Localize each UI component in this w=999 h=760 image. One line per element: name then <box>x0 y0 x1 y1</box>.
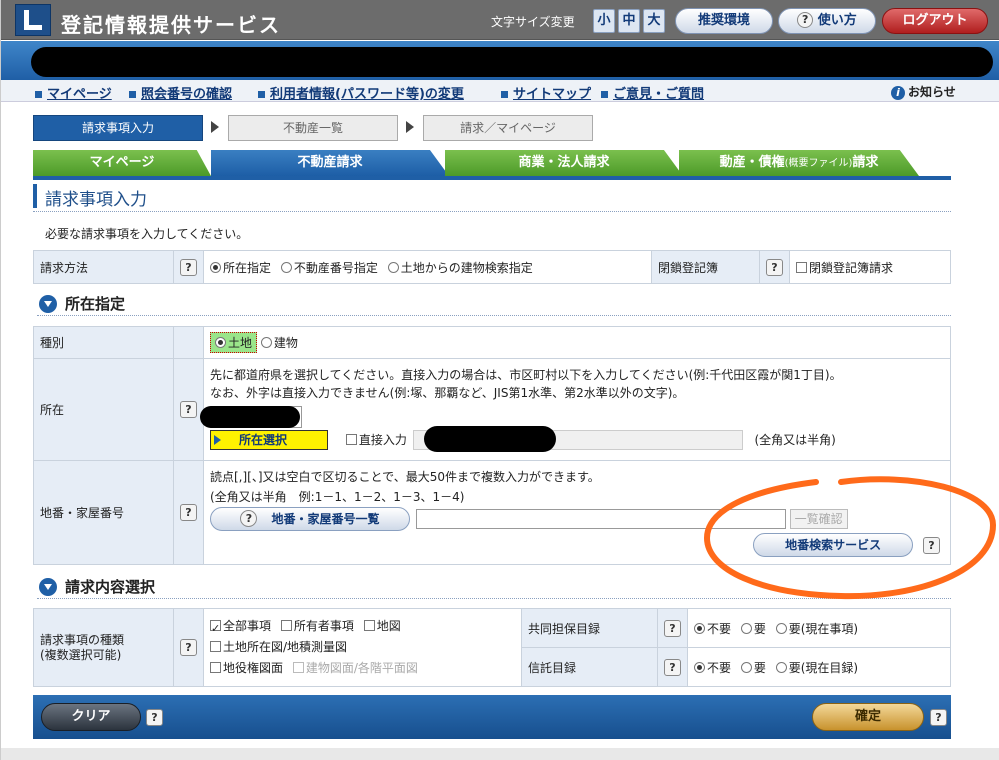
logout-button[interactable]: ログアウト <box>882 8 988 34</box>
request-method-table: 請求方法 ? 所在指定 不動産番号指定 土地からの建物検索指定 閉鎖登記簿 ? … <box>33 250 951 284</box>
app-title: 登記情報提供サービス <box>61 13 281 37</box>
checkbox-owner-items[interactable]: 所有者事項 <box>280 619 354 633</box>
action-bar: クリア ? 確定 ? <box>33 695 951 739</box>
help-icon[interactable]: ? <box>180 639 197 656</box>
checkbox-all-items[interactable]: 全部事項 <box>210 618 271 639</box>
help-icon[interactable]: ? <box>180 258 197 276</box>
step-request: 請求／マイページ <box>423 115 593 141</box>
location-note-2: なお、外字は直接入力できません(例:塚、那覇など、JIS第1水準、第2水準以外の… <box>210 385 685 400</box>
help-icon[interactable]: ? <box>766 258 783 276</box>
lot-list-button[interactable]: ? 地番・家屋番号一覧 <box>210 506 410 531</box>
tab-realestate[interactable]: 不動産請求 <box>211 150 449 176</box>
help-icon[interactable]: ? <box>664 619 681 637</box>
checkbox-easement[interactable]: 地役権図面 <box>210 661 283 675</box>
tab-corporate[interactable]: 商業・法人請求 <box>445 150 683 176</box>
checkbox-map[interactable]: 地図 <box>363 619 401 633</box>
nav-link-mypage[interactable]: マイページ <box>35 83 112 102</box>
lot-number-label: 地番・家屋番号 <box>33 460 174 565</box>
font-size-medium-button[interactable]: 中 <box>618 9 640 33</box>
content-table: 請求事項の種類 (複数選択可能) ? 全部事項 所有者事項 地図 土地所在図/地… <box>33 608 951 687</box>
step-arrow-icon <box>406 121 414 133</box>
checkbox-land-survey[interactable]: 土地所在図/地積測量図 <box>210 640 347 654</box>
type-label: 種別 <box>33 326 174 359</box>
help-icon[interactable]: ? <box>664 658 681 676</box>
collapse-icon[interactable] <box>39 578 57 596</box>
closed-register-checkbox[interactable]: 閉鎖登記簿請求 <box>789 250 951 284</box>
nav-link-reference-number[interactable]: 照会番号の確認 <box>129 83 232 102</box>
location-label: 所在 <box>33 358 174 461</box>
font-size-label: 文字サイズ変更 <box>491 15 575 29</box>
help-icon[interactable]: ? <box>180 504 197 521</box>
help-icon[interactable]: ? <box>930 709 947 726</box>
info-icon: i <box>891 86 905 100</box>
type-options: 土地 建物 <box>203 326 951 359</box>
radio-joint-need[interactable]: 要 <box>740 622 766 636</box>
redaction-mark <box>424 425 556 452</box>
help-label: 使い方 <box>817 13 857 28</box>
step-input: 請求事項入力 <box>33 115 203 141</box>
location-select-button[interactable]: 所在選択 <box>210 429 328 450</box>
bullet-icon <box>35 91 42 98</box>
top-bar: 登記情報提供サービス 文字サイズ変更 小 中 大 推奨環境 ? 使い方 ログアウ… <box>1 0 999 40</box>
radio-trust-current[interactable]: 要(現在目録) <box>775 661 858 675</box>
nav-links: マイページ 照会番号の確認 利用者情報(パスワード等)の変更 サイトマップ ご意… <box>1 80 999 102</box>
bullet-icon <box>258 91 265 98</box>
question-icon: ? <box>797 12 814 28</box>
recommended-env-button[interactable]: 推奨環境 <box>675 8 773 34</box>
direct-input-checkbox[interactable]: 直接入力 <box>345 433 407 447</box>
request-method-label: 請求方法 <box>33 250 174 284</box>
redaction-mark <box>31 47 993 77</box>
bullet-icon <box>129 91 136 98</box>
radio-land[interactable]: 土地 <box>210 332 258 353</box>
bullet-icon <box>501 91 508 98</box>
step-list: 不動産一覧 <box>228 115 398 141</box>
radio-property-number[interactable]: 不動産番号指定 <box>280 261 378 275</box>
help-icon[interactable]: ? <box>180 401 197 418</box>
question-icon: ? <box>240 509 258 527</box>
closed-register-label: 閉鎖登記簿 <box>651 250 760 284</box>
collapse-icon[interactable] <box>39 295 57 313</box>
instruction-text: 必要な請求事項を入力してください。 <box>45 227 249 241</box>
joint-collateral-label: 共同担保目録 <box>521 608 658 648</box>
location-note-1: 先に都道府県を選択してください。直接入力の場合は、市区町村以下を入力してください… <box>210 367 842 382</box>
bullet-icon <box>601 91 608 98</box>
trust-list-label: 信託目録 <box>521 647 658 687</box>
annotation-circle <box>703 476 997 600</box>
radio-joint-current[interactable]: 要(現在事項) <box>775 622 858 636</box>
location-section-heading: 所在指定 <box>37 292 951 316</box>
radio-trust-none[interactable]: 不要 <box>694 661 731 675</box>
confirm-button[interactable]: 確定 <box>812 703 924 731</box>
page: 登記情報提供サービス 文字サイズ変更 小 中 大 推奨環境 ? 使い方 ログアウ… <box>0 0 999 760</box>
step-arrow-icon <box>211 121 219 133</box>
tab-underline <box>33 176 951 180</box>
nav-link-sitemap[interactable]: サイトマップ <box>501 83 591 102</box>
page-title: 請求事項入力 <box>33 182 951 212</box>
radio-building-search[interactable]: 土地からの建物検索指定 <box>387 261 533 275</box>
clear-button[interactable]: クリア <box>41 703 141 731</box>
radio-joint-none[interactable]: 不要 <box>694 622 731 636</box>
radio-building[interactable]: 建物 <box>260 336 298 350</box>
help-button[interactable]: ? 使い方 <box>778 8 876 34</box>
logo-icon <box>15 4 51 36</box>
radio-location[interactable]: 所在指定 <box>210 261 271 275</box>
font-size-small-button[interactable]: 小 <box>593 9 615 33</box>
footer <box>1 748 999 760</box>
redaction-mark <box>200 405 300 428</box>
notice-link[interactable]: i お知らせ <box>891 83 956 100</box>
tab-mypage[interactable]: マイページ <box>33 150 211 176</box>
checkbox-building-plan: 建物図面/各階平面図 <box>292 661 418 675</box>
nav-link-user-info[interactable]: 利用者情報(パスワード等)の変更 <box>258 83 464 102</box>
request-kind-label: 請求事項の種類 (複数選択可能) <box>33 608 174 687</box>
tab-movable[interactable]: 動産・債権(概要ファイル)請求 <box>679 150 919 176</box>
help-icon[interactable]: ? <box>146 709 163 726</box>
width-note: (全角又は半角) <box>754 432 836 447</box>
user-banner <box>1 41 999 80</box>
radio-trust-need[interactable]: 要 <box>740 661 766 675</box>
request-method-options: 所在指定 不動産番号指定 土地からの建物検索指定 <box>203 250 652 284</box>
font-size-large-button[interactable]: 大 <box>643 9 665 33</box>
nav-link-feedback[interactable]: ご意見・ご質問 <box>601 83 704 102</box>
